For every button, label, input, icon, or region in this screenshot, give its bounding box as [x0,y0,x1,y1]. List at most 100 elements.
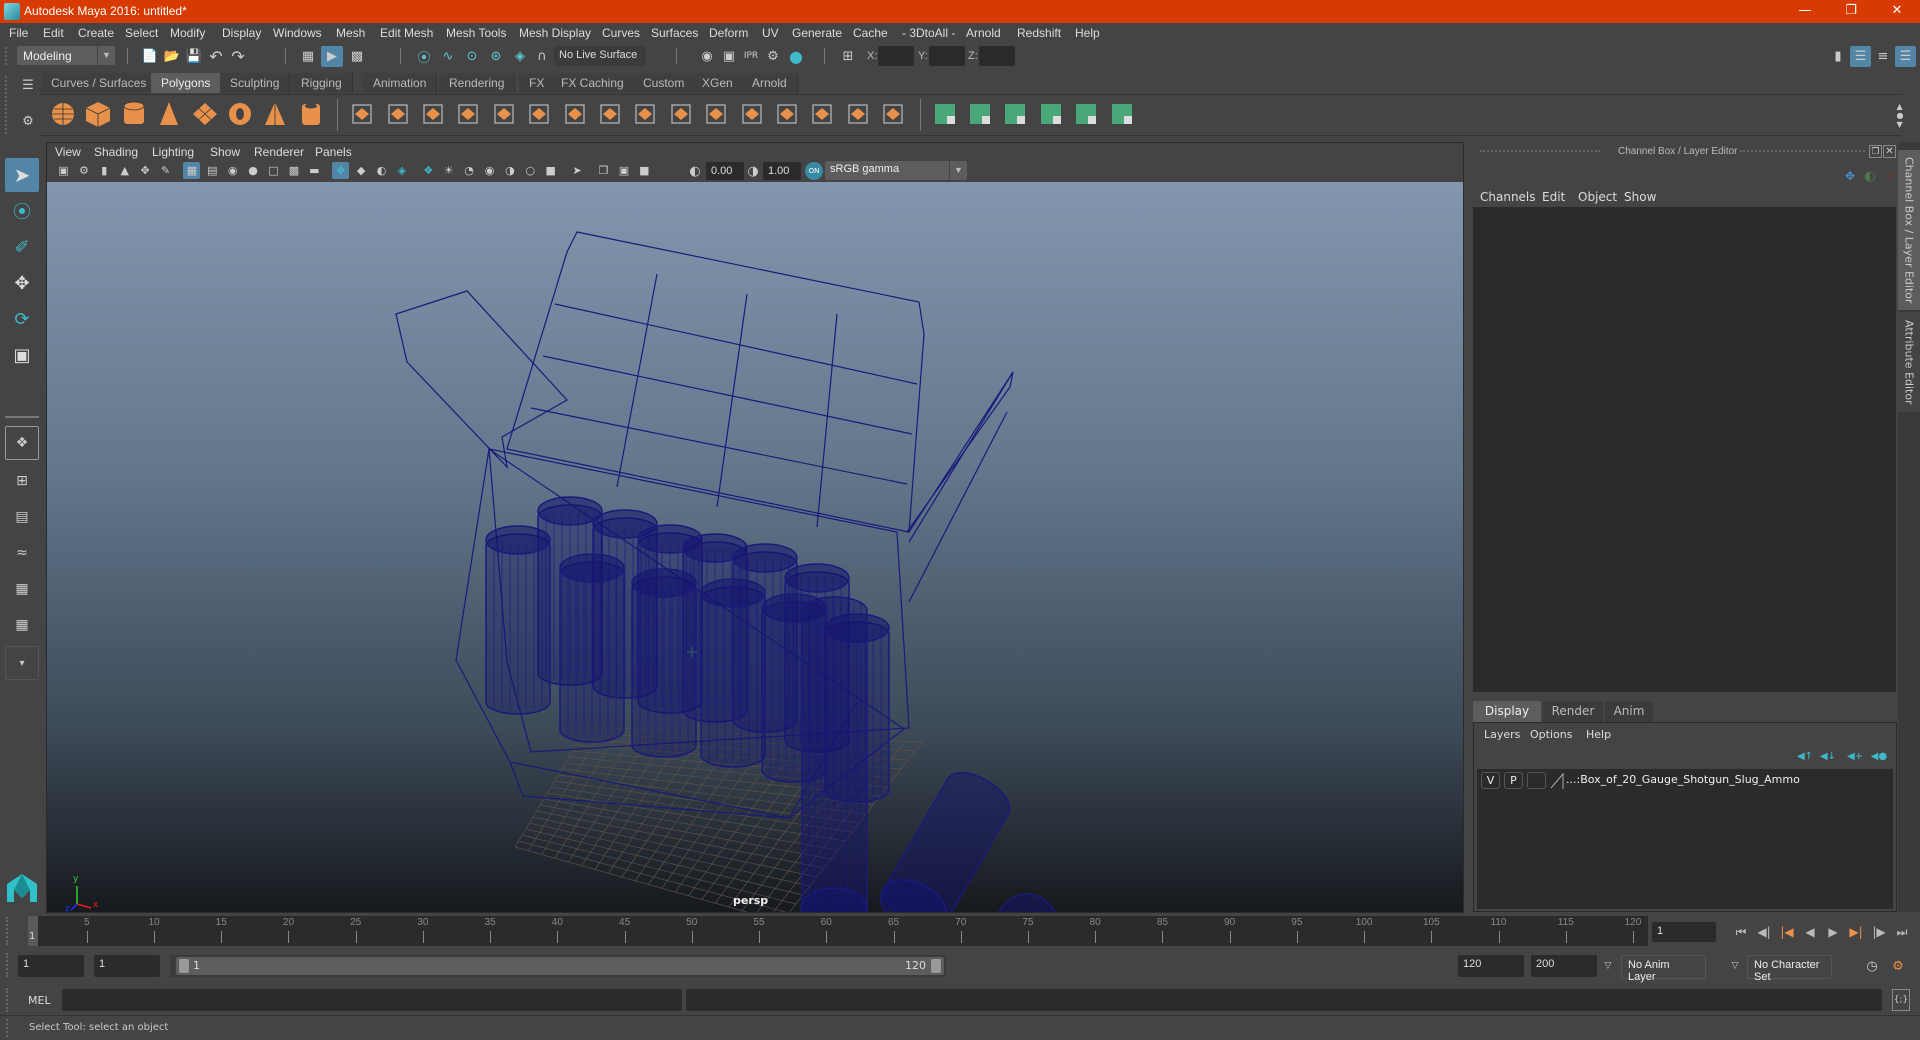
shelf-spherical-uv-icon[interactable] [1000,99,1030,129]
shelf-scroll-icon[interactable]: ▲ ● ▼ [1895,97,1905,133]
shelf-tab-fx-caching[interactable]: FX Caching [551,73,635,93]
render-view-icon[interactable]: ◉ [697,46,717,66]
viewport-menu-lighting[interactable]: Lighting [152,145,194,159]
isolate-select-icon[interactable]: ➤ [569,162,586,179]
layer-tab-display[interactable]: Display [1473,701,1541,722]
shelf-tab-rendering[interactable]: Rendering [439,73,516,93]
shelf-mirror-icon[interactable] [418,99,448,129]
camera-attributes-icon[interactable]: ⚙ [75,162,92,179]
shelf-tab-fx[interactable]: FX [519,73,556,93]
layer-row[interactable]: V P ...:Box_of_20_Gauge_Shotgun_Slug_Amm… [1477,771,1893,791]
menu-help[interactable]: Help [1075,26,1100,40]
options-menu[interactable]: Options [1530,728,1572,741]
shelf-poly-sphere-icon[interactable] [48,99,78,129]
playback-start-input[interactable]: 1 [94,955,160,977]
shelf-unitize-icon[interactable] [1107,99,1137,129]
shelf-extrude-icon[interactable] [524,99,554,129]
shelf-fill-hole-icon[interactable] [843,99,873,129]
time-slider[interactable]: 1 5 10 15 20 25 30 35 40 45 50 55 60 65 70 75 80 85 90 95 1… [28,916,1648,946]
go-to-start-icon[interactable]: ⏮ [1730,920,1752,944]
shelf-bevel-icon[interactable] [489,99,519,129]
channels-menu[interactable]: Channels [1480,190,1536,204]
layer-visibility-toggle[interactable]: V [1481,772,1500,789]
shelf-target-weld-icon[interactable] [630,99,660,129]
play-backwards-icon[interactable]: ◀ [1799,920,1821,944]
layout-single-pane[interactable]: ❖ [5,426,39,460]
gamma-icon[interactable]: ◑ [746,162,760,180]
layout-persp-outliner-graph[interactable]: ▦ [5,608,39,642]
xray-active-icon[interactable]: ▣ [615,162,632,179]
shelf-settings-icon[interactable]: ⚙ [20,112,36,130]
viewport-menu-panels[interactable]: Panels [315,145,352,159]
grease-pencil-icon[interactable]: ✎ [157,162,174,179]
shelf-menu-icon[interactable]: ☰ [20,76,36,94]
current-frame-input[interactable]: 1 [1652,922,1716,942]
playback-end-input[interactable]: 120 [1458,955,1524,977]
menu-surfaces[interactable]: Surfaces [651,26,698,40]
shelf-tab-xgen[interactable]: XGen [692,73,744,93]
snap-point-icon[interactable]: ⊙ [462,47,482,66]
side-tab-channel-box[interactable]: Channel Box / Layer Editor [1898,150,1920,310]
status-line-grip[interactable] [5,47,9,65]
select-by-hierarchy-icon[interactable]: ▦ [298,47,318,66]
lasso-tool[interactable]: ⦿ [5,194,39,228]
menu-windows[interactable]: Windows [273,26,322,40]
step-back-frame-icon[interactable]: ◀| [1753,920,1775,944]
auto-key-icon[interactable]: ◷ [1862,956,1882,976]
use-all-lights-icon[interactable]: ☀ [440,162,457,179]
shelf-insert-edge-loop-icon[interactable] [701,99,731,129]
menu-arnold[interactable]: Arnold [966,26,1001,40]
select-tool[interactable]: ➤ [5,158,39,192]
shelf-automatic-uv-icon[interactable] [930,99,960,129]
gate-mask-icon[interactable]: ● [245,162,262,179]
shelf-uv-editor-icon[interactable] [1071,99,1101,129]
play-forwards-icon[interactable]: ▶ [1822,920,1844,944]
paint-select-tool[interactable]: ✐ [5,230,39,264]
range-end-handle[interactable] [931,959,941,973]
viewport-menu-show[interactable]: Show [210,145,240,159]
render-settings-icon[interactable]: ⚙ [763,46,783,66]
speed-icon[interactable]: ◐ [1862,168,1878,184]
menu-edit-mesh[interactable]: Edit Mesh [380,26,433,40]
shelf-cylindrical-uv-icon[interactable] [965,99,995,129]
textured-icon[interactable]: ◈ [393,162,410,179]
layout-more[interactable]: ▾ [5,646,39,680]
perspective-viewport[interactable]: y x z persp [47,182,1463,991]
menu-uv[interactable]: UV [762,26,779,40]
menu-modify[interactable]: Modify [170,26,205,40]
bookmarks-icon[interactable]: ▮ [96,162,113,179]
snap-grid-icon[interactable]: ⦿ [414,47,434,66]
manipulator-icon[interactable]: ✥ [1842,168,1858,184]
range-slider-track[interactable]: 1 120 [170,955,946,977]
depth-of-field-icon[interactable]: ■ [542,162,559,179]
shelf-split-icon[interactable] [772,99,802,129]
viewport-menu-shading[interactable]: Shading [94,145,138,159]
float-panel-icon[interactable]: ❐ [1869,145,1882,158]
panel-grip[interactable] [1740,150,1865,154]
2d-pan-zoom-icon[interactable]: ✥ [137,162,154,179]
layer-name[interactable]: ...:Box_of_20_Gauge_Shotgun_Slug_Ammo [1566,773,1800,786]
xray-icon[interactable]: ❐ [595,162,612,179]
layout-hypershade-persp[interactable]: ▦ [5,572,39,606]
attribute-editor-toggle-icon[interactable]: ☰ [1850,46,1871,67]
object-menu[interactable]: Object [1578,190,1617,204]
layout-four-pane[interactable]: ⊞ [5,464,39,498]
select-camera-icon[interactable]: ▣ [55,162,72,179]
shelf-tab-animation[interactable]: Animation [363,73,438,93]
menu-3dtoall[interactable]: - 3DtoAll - [902,26,955,40]
side-tab-attribute-editor[interactable]: Attribute Editor [1898,312,1920,412]
tool-settings-icon[interactable]: ≡ [1873,46,1893,66]
snap-surface-icon[interactable]: ◈ [510,47,530,66]
menu-create[interactable]: Create [78,26,114,40]
edit-menu[interactable]: Edit [1542,190,1565,204]
motion-blur-icon[interactable]: ◑ [501,162,518,179]
modeling-toolkit-icon[interactable]: ▮ [1828,46,1848,66]
shelf-smooth-icon[interactable] [453,99,483,129]
range-start-handle[interactable] [179,959,189,973]
select-by-component-icon[interactable]: ▩ [347,47,367,66]
redo-icon[interactable]: ↷ [229,47,247,66]
y-input[interactable] [929,46,965,66]
film-gate-icon[interactable]: ▤ [204,162,221,179]
layer-tab-anim[interactable]: Anim [1605,701,1653,722]
gamma-input[interactable]: 1.00 [763,162,801,180]
